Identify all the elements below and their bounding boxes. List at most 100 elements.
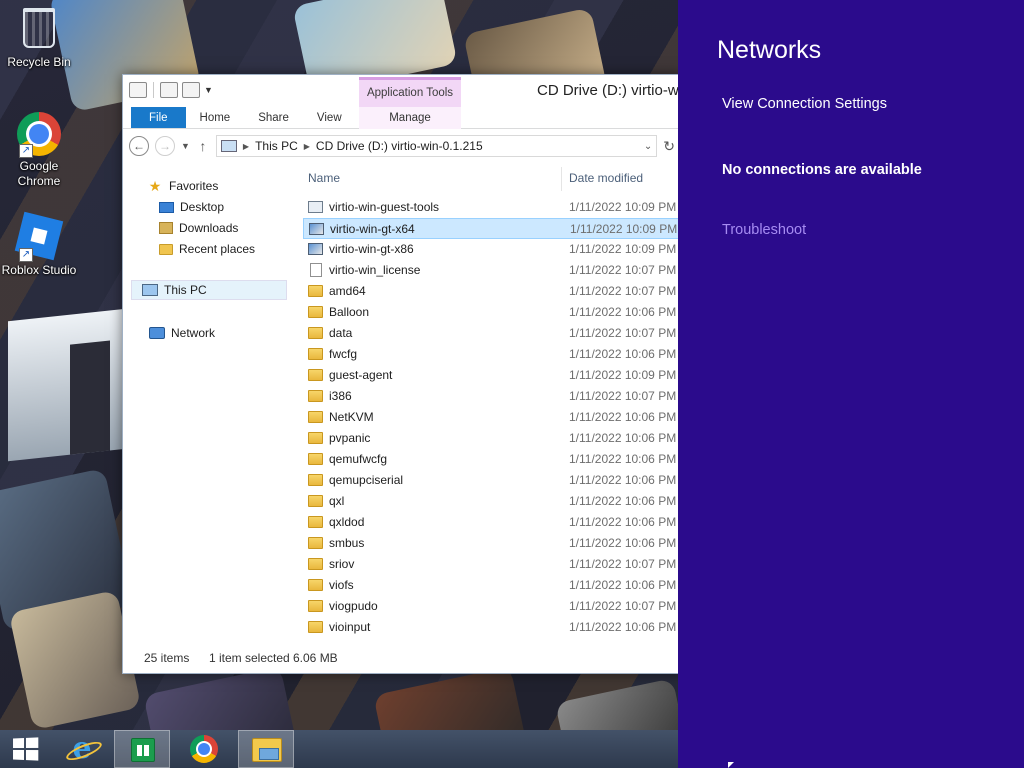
file-row[interactable]: virtio-win-gt-x86 1/11/2022 10:09 PM	[303, 239, 681, 260]
folder-icon	[308, 432, 323, 444]
desktop-icon-label: Google Chrome	[17, 159, 61, 188]
file-row[interactable]: vioinput 1/11/2022 10:06 PM	[303, 617, 681, 638]
taskbar-file-explorer[interactable]	[238, 730, 294, 768]
file-row[interactable]: sriov 1/11/2022 10:07 PM	[303, 554, 681, 575]
computer-icon	[142, 284, 158, 296]
nav-desktop[interactable]: Desktop	[159, 197, 224, 217]
up-icon[interactable]: ↑	[196, 138, 210, 154]
file-row[interactable]: Balloon 1/11/2022 10:06 PM	[303, 302, 681, 323]
file-row[interactable]: virtio-win-gt-x64 1/11/2022 10:09 PM	[303, 218, 681, 239]
shortcut-arrow-icon: ↗	[19, 248, 33, 262]
desktop-icon-label: Recycle Bin	[7, 55, 71, 69]
nav-downloads[interactable]: Downloads	[159, 218, 238, 238]
taskbar-internet-explorer[interactable]: e	[54, 730, 110, 768]
tab-home[interactable]: Home	[186, 107, 245, 128]
file-row[interactable]: fwcfg 1/11/2022 10:06 PM	[303, 344, 681, 365]
text-file-icon	[310, 263, 322, 277]
nav-network[interactable]: Network	[149, 323, 215, 343]
taskbar-chrome[interactable]	[176, 730, 232, 768]
refresh-icon[interactable]: ↻	[663, 138, 675, 155]
charm-title: Networks	[717, 36, 822, 64]
recent-locations-icon[interactable]: ▼	[181, 141, 190, 151]
tab-share[interactable]: Share	[244, 107, 303, 128]
breadcrumb-separator-icon[interactable]: ▶	[304, 142, 310, 151]
desktop-icon-recycle-bin[interactable]: Recycle Bin	[0, 6, 78, 70]
file-row[interactable]: virtio-win-guest-tools 1/11/2022 10:09 PM	[303, 197, 681, 218]
file-explorer-window[interactable]: ▼ Application Tools CD Drive (D:) virtio…	[122, 74, 682, 674]
file-row[interactable]: guest-agent 1/11/2022 10:09 PM	[303, 365, 681, 386]
networks-charm-panel: Networks View Connection Settings No con…	[678, 0, 1024, 768]
file-name: virtio-win-gt-x64	[330, 222, 415, 236]
edit-icon[interactable]	[160, 82, 178, 98]
title-bar[interactable]: ▼ Application Tools CD Drive (D:) virtio…	[123, 75, 681, 107]
breadcrumb-this-pc[interactable]: This PC	[255, 139, 298, 153]
column-header-date-modified[interactable]: Date modified	[569, 171, 643, 185]
file-name: qxldod	[329, 515, 365, 529]
nav-recent-places[interactable]: Recent places	[159, 239, 255, 259]
item-count: 25 items	[144, 651, 190, 665]
file-date-modified: 1/11/2022 10:06 PM	[569, 620, 677, 634]
shortcut-arrow-icon: ↗	[19, 144, 33, 158]
installer-icon	[309, 223, 324, 235]
application-tools-group-label: Application Tools	[359, 77, 461, 107]
file-row[interactable]: amd64 1/11/2022 10:07 PM	[303, 281, 681, 302]
file-date-modified: 1/11/2022 10:07 PM	[569, 326, 677, 340]
folder-icon	[308, 621, 323, 633]
file-row[interactable]: pvpanic 1/11/2022 10:06 PM	[303, 428, 681, 449]
file-row[interactable]: qxldod 1/11/2022 10:06 PM	[303, 512, 681, 533]
selection-count: 1 item selected	[209, 651, 290, 665]
file-row[interactable]: smbus 1/11/2022 10:06 PM	[303, 533, 681, 554]
wallpaper-tile	[555, 678, 685, 730]
file-name: NetKVM	[329, 410, 374, 424]
file-date-modified: 1/11/2022 10:07 PM	[569, 599, 677, 613]
forward-icon[interactable]: →	[155, 136, 175, 156]
file-date-modified: 1/11/2022 10:06 PM	[569, 452, 677, 466]
nav-this-pc-label: This PC	[164, 283, 207, 297]
file-row[interactable]: viofs 1/11/2022 10:06 PM	[303, 575, 681, 596]
file-row[interactable]: NetKVM 1/11/2022 10:06 PM	[303, 407, 681, 428]
start-button[interactable]	[0, 730, 52, 768]
desktop-icon-google-chrome[interactable]: ↗ Google Chrome	[0, 112, 78, 189]
status-bar: 25 items 1 item selected 6.06 MB	[123, 645, 681, 673]
column-headers: Name Date modified	[303, 167, 681, 191]
breadcrumb-cd-drive[interactable]: CD Drive (D:) virtio-win-0.1.215	[316, 139, 483, 153]
nav-this-pc[interactable]: This PC	[131, 280, 287, 300]
folder-icon	[308, 285, 323, 297]
file-row[interactable]: qemupciserial 1/11/2022 10:06 PM	[303, 470, 681, 491]
new-folder-icon[interactable]	[182, 82, 200, 98]
tab-manage[interactable]: Manage	[359, 107, 461, 129]
navigation-pane: ★ Favorites Desktop Downloads Recent pla…	[123, 167, 295, 645]
view-connection-settings-link[interactable]: View Connection Settings	[722, 96, 887, 112]
file-name: guest-agent	[329, 368, 393, 382]
folder-icon	[308, 411, 323, 423]
file-date-modified: 1/11/2022 10:09 PM	[569, 200, 677, 214]
file-row[interactable]: data 1/11/2022 10:07 PM	[303, 323, 681, 344]
customize-toolbar-icon[interactable]: ▼	[204, 85, 213, 95]
roblox-studio-icon: ↗	[14, 211, 64, 262]
desktop-folder-icon	[159, 201, 174, 213]
breadcrumb-separator-icon[interactable]: ▶	[243, 142, 249, 151]
file-row[interactable]: qemufwcfg 1/11/2022 10:06 PM	[303, 449, 681, 470]
file-row[interactable]: viogpudo 1/11/2022 10:07 PM	[303, 596, 681, 617]
file-row[interactable]: i386 1/11/2022 10:07 PM	[303, 386, 681, 407]
desktop-icon-roblox-studio[interactable]: ↗ Roblox Studio	[0, 211, 78, 278]
file-row[interactable]: qxl 1/11/2022 10:06 PM	[303, 491, 681, 512]
address-dropdown-icon[interactable]: ⌄	[644, 141, 652, 152]
address-bar[interactable]: ▶ This PC ▶ CD Drive (D:) virtio-win-0.1…	[215, 135, 658, 157]
tab-view[interactable]: View	[303, 107, 356, 128]
file-name: i386	[329, 389, 352, 403]
folder-icon	[308, 516, 323, 528]
tab-file[interactable]: File	[131, 107, 186, 128]
nav-favorites[interactable]: ★ Favorites	[147, 176, 219, 196]
troubleshoot-link[interactable]: Troubleshoot	[722, 222, 806, 238]
column-header-name[interactable]: Name	[308, 171, 340, 185]
column-divider[interactable]	[561, 167, 562, 191]
taskbar-store[interactable]	[114, 730, 170, 768]
file-explorer-icon	[252, 738, 282, 762]
file-date-modified: 1/11/2022 10:06 PM	[569, 473, 677, 487]
file-row[interactable]: virtio-win_license 1/11/2022 10:07 PM	[303, 260, 681, 281]
properties-icon[interactable]	[129, 82, 147, 98]
folder-icon	[308, 600, 323, 612]
folder-icon	[308, 579, 323, 591]
back-icon[interactable]: ←	[129, 136, 149, 156]
